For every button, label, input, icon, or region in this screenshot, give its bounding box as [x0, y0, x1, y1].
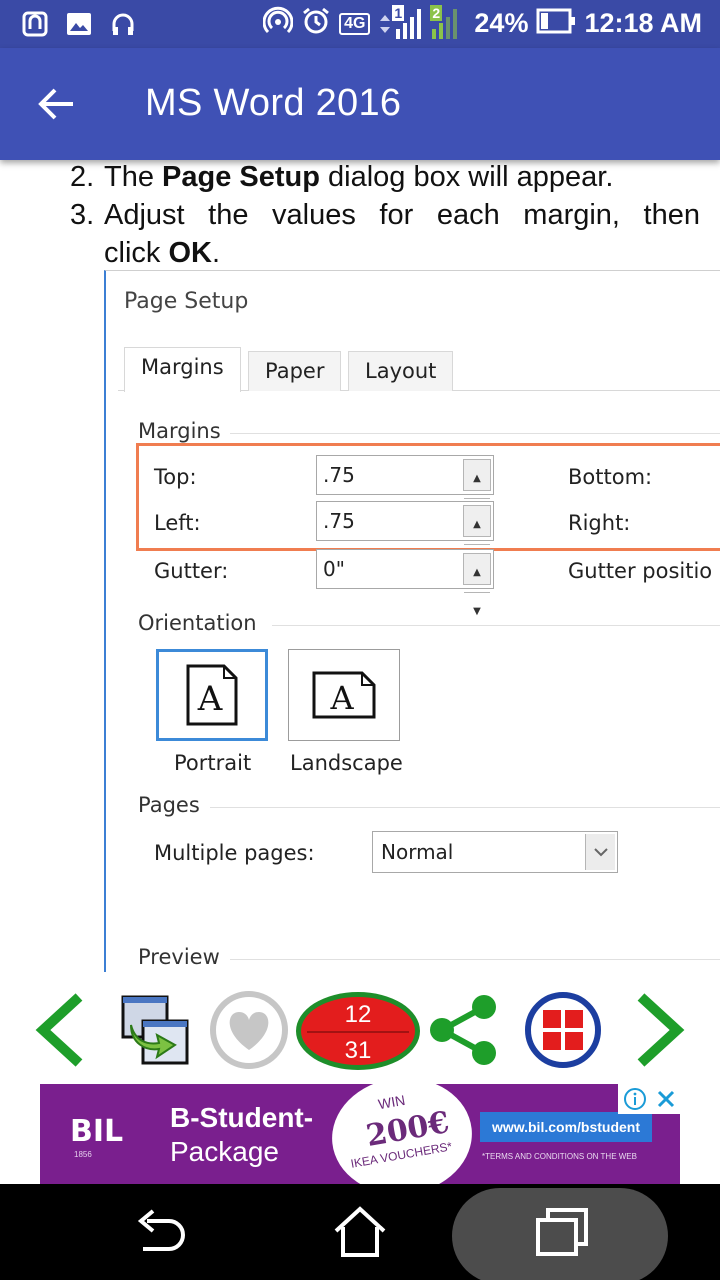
info-icon[interactable] — [623, 1087, 647, 1111]
divider — [210, 807, 720, 808]
nav-back-button[interactable] — [112, 1184, 208, 1280]
gutter-label: Gutter: — [154, 559, 229, 583]
preview-section-label: Preview — [138, 945, 220, 969]
dialog-title: Page Setup — [124, 289, 249, 314]
right-label: Right: — [568, 511, 631, 535]
nfc-icon — [20, 9, 50, 39]
ad-banner[interactable]: BIL 1856 B-Student- Package WIN 200€ IKE… — [40, 1084, 680, 1184]
top-spinner: ▲▼ — [463, 459, 491, 523]
step-number: 3. — [70, 199, 95, 231]
steps-list: 2. The Page Setup dialog box will appear… — [70, 160, 700, 272]
battery-percent: 24% — [474, 8, 529, 38]
share-icon — [430, 995, 496, 1065]
grid-icon — [525, 992, 601, 1068]
step-text: Adjust the values for each margin, then … — [104, 199, 700, 269]
top-label: Top: — [154, 465, 197, 489]
landscape-option: A — [288, 649, 400, 741]
multiple-pages-label: Multiple pages: — [154, 841, 315, 865]
ad-logo-sub: 1856 — [74, 1150, 92, 1159]
gutter-position-label: Gutter positio — [568, 559, 713, 583]
home-icon — [334, 1206, 386, 1257]
previous-button[interactable] — [30, 990, 90, 1070]
portrait-page-icon: A — [186, 664, 238, 726]
divider — [272, 625, 720, 626]
svg-text:A: A — [197, 679, 223, 719]
status-bar: 4G 1 2 24% 12:18 AM — [0, 0, 720, 48]
portrait-option: A — [156, 649, 268, 741]
clock: 12:18 AM — [584, 8, 702, 38]
divider — [230, 959, 720, 960]
date-top: 12 — [344, 1001, 372, 1028]
ad-subtitle: Package — [170, 1136, 279, 1167]
next-button[interactable] — [630, 990, 690, 1070]
ad-url-button[interactable]: www.bil.com/bstudent — [480, 1112, 652, 1142]
image-icon — [64, 9, 94, 39]
tab-layout: Layout — [348, 351, 454, 391]
portrait-label: Portrait — [174, 751, 252, 775]
switch-view-button[interactable] — [114, 990, 194, 1070]
recents-icon — [536, 1208, 588, 1256]
date-bottom: 31 — [344, 1037, 372, 1064]
alarm-icon — [301, 6, 331, 41]
switch-windows-icon — [121, 995, 189, 1065]
gutter-field: 0" ▲ ▼ — [316, 549, 494, 617]
signal-sim2-icon: 2 — [430, 4, 466, 41]
svg-text:A: A — [329, 679, 354, 717]
headphones-icon — [108, 9, 138, 39]
divider — [307, 1031, 409, 1033]
left-label: Left: — [154, 511, 201, 535]
landscape-page-icon: A — [312, 671, 376, 719]
nav-recents-button[interactable] — [514, 1184, 610, 1280]
ad-choices[interactable] — [618, 1084, 680, 1114]
tab-paper: Paper — [248, 351, 342, 391]
system-nav-bar — [0, 1184, 720, 1280]
back-button[interactable] — [30, 78, 82, 130]
orientation-section-label: Orientation — [138, 611, 257, 635]
divider — [230, 433, 720, 434]
chevron-right-icon — [637, 993, 685, 1067]
nav-home-button[interactable] — [312, 1184, 408, 1280]
margins-section-label: Margins — [138, 419, 221, 443]
favorite-button[interactable] — [208, 990, 290, 1070]
network-type-badge: 4G — [339, 12, 371, 35]
ad-title: B-Student- — [170, 1102, 314, 1133]
left-margin-field: .75 ▲▼ — [316, 501, 494, 569]
dialog-tabs: Margins Paper Layout — [118, 347, 720, 392]
pages-section-label: Pages — [138, 793, 200, 817]
battery-icon — [536, 8, 576, 39]
chevron-left-icon — [35, 993, 83, 1067]
back-arrow-icon — [38, 88, 73, 120]
close-icon[interactable] — [656, 1089, 676, 1109]
multiple-pages-select: Normal — [372, 831, 618, 873]
ad-terms: *TERMS AND CONDITIONS ON THE WEB — [482, 1152, 637, 1161]
ad-logo: BIL — [70, 1114, 124, 1149]
landscape-label: Landscape — [290, 751, 403, 775]
page-setup-dialog-image: Page Setup Margins Paper Layout Margins … — [104, 270, 720, 972]
app-bar: MS Word 2016 — [0, 48, 720, 160]
heart-icon — [210, 991, 288, 1069]
step-item: 2. The Page Setup dialog box will appear… — [70, 160, 700, 196]
tab-margins: Margins — [124, 347, 241, 392]
article-content: 2. The Page Setup dialog box will appear… — [0, 160, 720, 972]
left-spinner: ▲▼ — [463, 505, 491, 569]
back-icon — [137, 1209, 185, 1251]
app-title: MS Word 2016 — [145, 82, 402, 124]
gutter-spinner: ▲ ▼ — [463, 553, 491, 617]
bottom-label: Bottom: — [568, 465, 653, 489]
share-button[interactable] — [426, 990, 502, 1070]
chevron-down-icon — [585, 834, 615, 870]
step-item: 3. Adjust the values for each margin, th… — [70, 196, 700, 272]
step-text: The Page Setup dialog box will appear. — [104, 161, 614, 193]
step-number: 2. — [70, 161, 95, 193]
bottom-toolbar: 12 31 — [0, 972, 720, 1084]
top-margin-field: .75 ▲▼ — [316, 455, 494, 523]
date-badge[interactable]: 12 31 — [296, 992, 420, 1070]
screen: 4G 1 2 24% 12:18 AM MS Word 2016 2. The … — [0, 0, 720, 1280]
menu-grid-button[interactable] — [522, 990, 604, 1070]
hotspot-icon — [262, 6, 294, 41]
signal-sim1-icon: 1 — [378, 4, 422, 41]
